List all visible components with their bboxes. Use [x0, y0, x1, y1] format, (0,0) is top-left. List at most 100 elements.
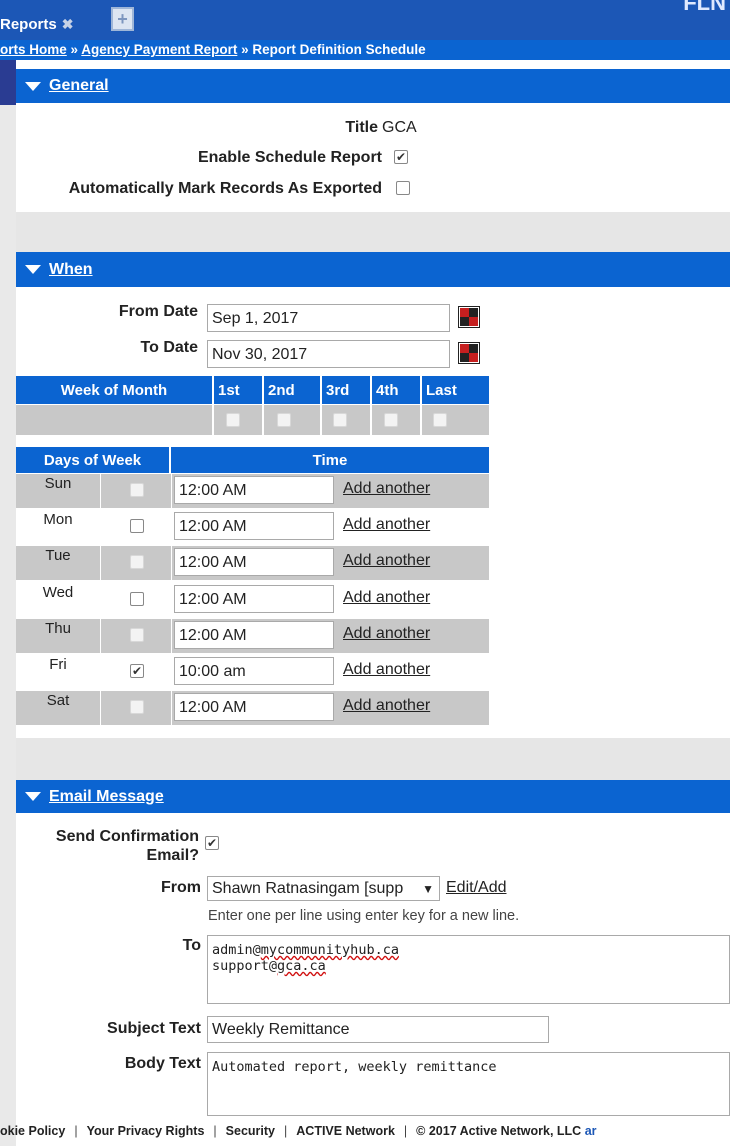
email-section-title[interactable]: Email Message: [49, 788, 164, 806]
send-confirmation-label: Send Confirmation Email?: [56, 827, 199, 865]
day-fri-time-input[interactable]: 10:00 am: [174, 657, 334, 685]
day-name: Sun: [44, 475, 72, 492]
breadcrumb-current: Report Definition Schedule: [252, 42, 426, 57]
day-mon-checkbox[interactable]: [130, 519, 144, 533]
add-tab-button[interactable]: +: [111, 7, 134, 31]
day-sun-time-input[interactable]: 12:00 AM: [174, 476, 334, 504]
day-tue-time-input[interactable]: 12:00 AM: [174, 548, 334, 576]
day-row-mon: Mon 12:00 AM Add another: [16, 510, 489, 544]
week-3rd-header: 3rd: [322, 376, 370, 404]
day-name: Mon: [43, 511, 73, 528]
from-date-input[interactable]: Sep 1, 2017: [207, 304, 450, 332]
add-another-link[interactable]: Add another: [343, 552, 430, 570]
chevron-down-icon: ▼: [422, 882, 434, 896]
footer-cookie-policy-link[interactable]: okie Policy: [0, 1124, 65, 1138]
send-confirmation-checkbox[interactable]: ✔: [205, 836, 219, 850]
week-4th-checkbox[interactable]: [384, 413, 398, 427]
collapse-triangle-icon: [25, 265, 41, 274]
week-last-checkbox[interactable]: [433, 413, 447, 427]
week-1st-checkbox[interactable]: [226, 413, 240, 427]
add-another-link[interactable]: Add another: [343, 516, 430, 534]
collapse-triangle-icon: [25, 792, 41, 801]
to-hint: Enter one per line using enter key for a…: [208, 908, 520, 924]
footer-copyright: © 2017 Active Network, LLC: [416, 1124, 582, 1138]
breadcrumb-separator: »: [237, 42, 253, 57]
day-thu-checkbox[interactable]: [130, 628, 144, 642]
footer: okie Policy | Your Privacy Rights | Security…: [0, 1124, 597, 1138]
when-section-header[interactable]: When: [16, 252, 730, 287]
general-section-header[interactable]: General: [16, 69, 730, 103]
body-label: Body Text: [124, 1055, 201, 1072]
calendar-icon[interactable]: [458, 306, 480, 328]
week-1st-header: 1st: [214, 376, 262, 404]
day-fri-checkbox[interactable]: ✔: [130, 664, 144, 678]
top-right-text: FLN: [683, 0, 726, 15]
day-tue-checkbox[interactable]: [130, 555, 144, 569]
week-last-header: Last: [422, 376, 489, 404]
body-textarea[interactable]: Automated report, weekly remittance: [207, 1052, 730, 1116]
day-wed-checkbox[interactable]: [130, 592, 144, 606]
week-2nd-header: 2nd: [264, 376, 320, 404]
add-another-link[interactable]: Add another: [343, 589, 430, 607]
day-row-sat: Sat 12:00 AM Add another: [16, 691, 489, 725]
footer-active-network-link[interactable]: ACTIVE Network: [296, 1124, 395, 1138]
day-row-sun: Sun 12:00 AM Add another: [16, 474, 489, 508]
day-mon-time-input[interactable]: 12:00 AM: [174, 512, 334, 540]
week-3rd-checkbox[interactable]: [333, 413, 347, 427]
general-section-title[interactable]: General: [49, 77, 109, 95]
week-of-month-header: Week of Month: [16, 376, 212, 404]
day-sat-time-input[interactable]: 12:00 AM: [174, 693, 334, 721]
edit-add-link[interactable]: Edit/Add: [446, 879, 506, 897]
subject-label: Subject Text: [107, 1020, 201, 1037]
day-wed-time-input[interactable]: 12:00 AM: [174, 585, 334, 613]
add-another-link[interactable]: Add another: [343, 625, 430, 643]
breadcrumb-reports-home[interactable]: orts Home: [0, 42, 67, 57]
day-row-wed: Wed 12:00 AM Add another: [16, 583, 489, 617]
day-name: Thu: [45, 620, 71, 637]
to-label: To: [182, 937, 201, 954]
breadcrumb: orts Home » Agency Payment Report » Repo…: [0, 40, 730, 60]
tab-reports[interactable]: Reports ✖: [0, 9, 77, 35]
footer-security-link[interactable]: Security: [226, 1124, 275, 1138]
subject-input[interactable]: Weekly Remittance: [207, 1016, 549, 1043]
send-confirmation-line1: Send Confirmation: [55, 828, 199, 845]
day-name: Sat: [46, 692, 70, 709]
breadcrumb-separator: »: [66, 42, 82, 57]
week-cell: [264, 405, 320, 435]
from-select[interactable]: Shawn Ratnasingam [supp ▼: [207, 876, 440, 901]
from-select-value: Shawn Ratnasingam [supp: [212, 880, 404, 897]
day-sun-checkbox[interactable]: [130, 483, 144, 497]
breadcrumb-agency-payment-report[interactable]: Agency Payment Report: [81, 42, 237, 57]
day-row-fri: Fri ✔ 10:00 am Add another: [16, 655, 489, 689]
week-2nd-checkbox[interactable]: [277, 413, 291, 427]
add-another-link[interactable]: Add another: [343, 697, 430, 715]
left-stripe: [0, 0, 16, 1146]
from-date-label: From Date: [118, 303, 198, 320]
day-row-thu: Thu 12:00 AM Add another: [16, 619, 489, 653]
footer-tail-link[interactable]: ar: [585, 1124, 597, 1138]
enable-schedule-checkbox[interactable]: ✔: [394, 150, 408, 164]
add-another-link[interactable]: Add another: [343, 480, 430, 498]
to-textarea[interactable]: admin@mycommunityhub.ca support@gca.ca: [207, 935, 730, 1004]
auto-mark-label: Automatically Mark Records As Exported: [68, 180, 382, 197]
day-name: Tue: [45, 547, 71, 564]
when-section-title[interactable]: When: [49, 261, 93, 279]
to-date-input[interactable]: Nov 30, 2017: [207, 340, 450, 368]
email-section-header[interactable]: Email Message: [16, 780, 730, 813]
to-date-label: To Date: [140, 339, 198, 356]
day-thu-time-input[interactable]: 12:00 AM: [174, 621, 334, 649]
title-value: GCA: [382, 119, 417, 136]
day-name: Wed: [42, 584, 74, 601]
from-label: From: [161, 879, 201, 896]
day-row-tue: Tue 12:00 AM Add another: [16, 546, 489, 580]
week-of-month-row: [16, 405, 212, 435]
day-sat-checkbox[interactable]: [130, 700, 144, 714]
calendar-icon[interactable]: [458, 342, 480, 364]
close-icon[interactable]: ✖: [62, 16, 74, 33]
top-tab-bar: FLN Reports ✖ +: [0, 0, 730, 44]
footer-privacy-link[interactable]: Your Privacy Rights: [87, 1124, 205, 1138]
tab-reports-label: Reports: [0, 15, 57, 33]
enable-schedule-label: Enable Schedule Report: [197, 149, 382, 166]
add-another-link[interactable]: Add another: [343, 661, 430, 679]
auto-mark-checkbox[interactable]: [396, 181, 410, 195]
